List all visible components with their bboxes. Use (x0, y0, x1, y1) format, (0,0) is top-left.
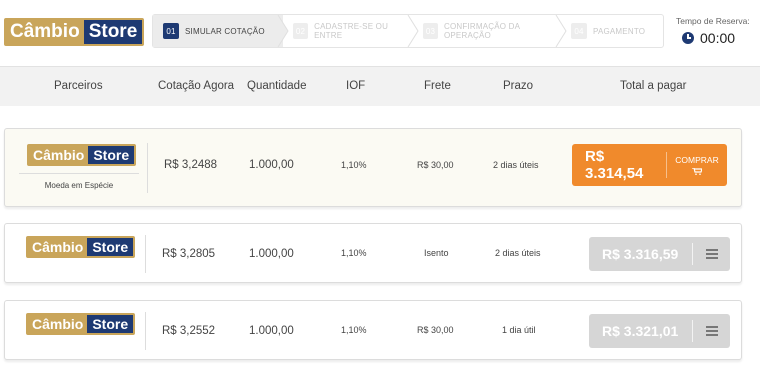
logo-text-store: Store (88, 146, 135, 164)
prazo-value: 2 dias úteis (495, 248, 541, 258)
timer-label: Tempo de Reserva: (676, 16, 750, 26)
brand-logo[interactable]: Câmbio Store (4, 18, 145, 46)
cotacao-value: R$ 3,2805 (162, 248, 216, 260)
step-number: 04 (571, 23, 587, 39)
iof-value: 1,10% (341, 325, 367, 335)
partner-logo: Câmbio Store (26, 313, 136, 335)
step-number: 03 (423, 23, 438, 39)
column-header-quantidade: Quantidade (247, 80, 307, 92)
table-header: Parceiros Cotação Agora Quantidade IOF F… (0, 66, 760, 106)
partner-logo: Câmbio Store (26, 236, 136, 258)
step-cadastre-se[interactable]: 02 Cadastre-se ou Entre (283, 15, 419, 47)
frete-value: R$ 30,00 (417, 325, 454, 335)
step-simular-cotacao[interactable]: 01 Simular Cotação (153, 15, 289, 47)
logo-text-cambio: Câmbio (29, 146, 89, 164)
comprar-label-wrap: COMPRAR (667, 155, 727, 175)
timer-value: 00:00 (700, 30, 736, 46)
logo-text-cambio: Câmbio (28, 238, 88, 256)
column-header-prazo: Prazo (503, 80, 534, 92)
comprar-button[interactable]: R$ 3.314,54 COMPRAR (572, 144, 727, 186)
logo-text-store: Store (87, 315, 134, 333)
divider (19, 173, 139, 174)
step-number: 01 (163, 23, 179, 39)
logo-text-store: Store (83, 20, 143, 44)
frete-value: Isento (424, 248, 449, 258)
step-label: Simular Cotação (185, 26, 265, 36)
column-header-parceiros: Parceiros (54, 80, 103, 92)
total-price: R$ 3.321,01 (602, 323, 679, 339)
column-header-cotacao: Cotação Agora (158, 80, 235, 92)
table-row: Câmbio Store R$ 3,2552 1.000,00 1,10% R$… (4, 300, 742, 360)
divider (145, 235, 146, 273)
quantidade-value: 1.000,00 (249, 159, 294, 171)
column-header-iof: IOF (346, 80, 366, 92)
step-label: Cadastre-se ou Entre (314, 22, 389, 40)
frete-value: R$ 30,00 (417, 160, 454, 170)
logo-text-cambio: Câmbio (6, 20, 84, 44)
cotacao-value: R$ 3,2552 (162, 325, 216, 337)
partner-logo: Câmbio Store (27, 144, 137, 166)
logo-text-store: Store (87, 238, 134, 256)
prazo-value: 2 dias úteis (493, 160, 539, 170)
total-price: R$ 3.314,54 (585, 148, 644, 182)
divider (147, 143, 148, 193)
cart-icon (692, 168, 702, 175)
page-header: Câmbio Store 01 Simular Cotação 02 Cadas… (0, 0, 760, 66)
prazo-value: 1 dia útil (502, 325, 536, 335)
table-row: Câmbio Store R$ 3,2805 1.000,00 1,10% Is… (4, 223, 742, 283)
partner-caption: Moeda em Espécie (44, 181, 114, 190)
menu-icon[interactable] (693, 326, 730, 336)
step-confirmacao[interactable]: 03 Confirmação da Operação (413, 15, 567, 47)
checkout-steps: 01 Simular Cotação 02 Cadastre-se ou Ent… (152, 14, 664, 48)
step-label: Pagamento (593, 26, 646, 36)
quantidade-value: 1.000,00 (249, 248, 294, 260)
iof-value: 1,10% (341, 160, 367, 170)
iof-value: 1,10% (341, 248, 367, 258)
clock-icon (682, 32, 694, 44)
column-header-frete: Frete (424, 80, 451, 92)
comprar-label: COMPRAR (675, 155, 719, 165)
reservation-timer: 00:00 (682, 30, 735, 46)
total-price: R$ 3.316,59 (602, 246, 679, 262)
divider (145, 312, 146, 350)
total-button[interactable]: R$ 3.316,59 (589, 237, 730, 271)
logo-text-cambio: Câmbio (28, 315, 88, 333)
menu-icon[interactable] (693, 249, 730, 259)
column-header-total: Total a pagar (620, 80, 687, 92)
step-label: Confirmação da Operação (443, 22, 520, 40)
total-button[interactable]: R$ 3.321,01 (589, 314, 730, 348)
step-pagamento[interactable]: 04 Pagamento (561, 15, 663, 47)
cotacao-value: R$ 3,2488 (164, 159, 218, 171)
quantidade-value: 1.000,00 (249, 325, 294, 337)
step-number: 02 (293, 23, 309, 39)
table-row: Câmbio Store Moeda em Espécie R$ 3,2488 … (4, 128, 742, 207)
